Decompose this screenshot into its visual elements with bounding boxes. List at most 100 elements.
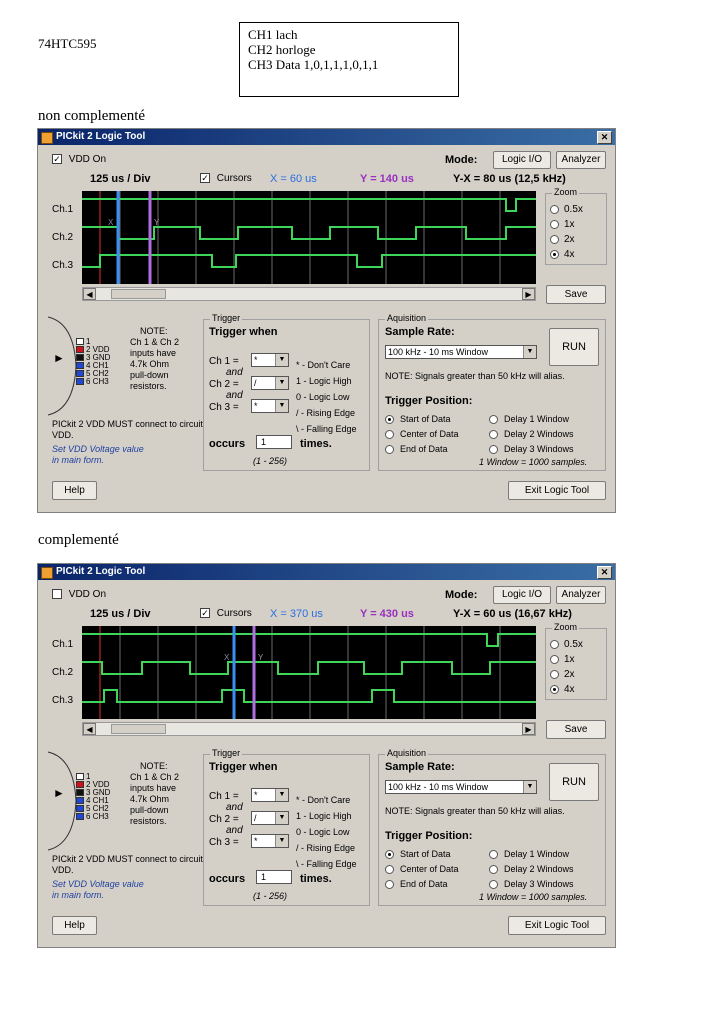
- radio-button[interactable]: [489, 415, 498, 425]
- radio-button[interactable]: [385, 865, 394, 875]
- vdd-on-checkbox[interactable]: VDD On: [52, 589, 106, 600]
- occurs-input[interactable]: 1: [256, 435, 292, 449]
- trigger-legend-item: / - Rising Edge: [296, 408, 356, 418]
- vdd-on-checkbox[interactable]: ✓ VDD On: [52, 154, 106, 165]
- radio-button[interactable]: [550, 654, 559, 664]
- analyzer-button[interactable]: Analyzer: [556, 586, 606, 604]
- zoom-option-0-5x[interactable]: 0.5x: [550, 637, 583, 652]
- ch2-trigger-select[interactable]: / ▼: [251, 376, 289, 390]
- pin-label: 6 CH3: [86, 377, 109, 386]
- radio-button[interactable]: [385, 415, 394, 425]
- ch3-trigger-select[interactable]: * ▼: [251, 834, 289, 848]
- radio-button[interactable]: [385, 850, 394, 860]
- trigger-position-option[interactable]: Delay 2 Windows: [489, 864, 574, 875]
- pin-note-line: resistors.: [130, 381, 167, 391]
- radio-button[interactable]: [550, 249, 559, 259]
- scroll-right-arrow[interactable]: ▶: [522, 723, 535, 735]
- trigger-legend-item: 1 - Logic High: [296, 376, 352, 386]
- channel-note-line: CH3 Data 1,0,1,1,1,0,1,1: [248, 57, 379, 72]
- trigger-position-option[interactable]: Delay 1 Window: [489, 414, 569, 425]
- radio-button[interactable]: [550, 639, 559, 649]
- trigger-position-option[interactable]: Start of Data: [385, 414, 451, 425]
- chevron-down-icon: ▼: [275, 400, 288, 412]
- logic-waveform-display[interactable]: XY: [82, 191, 536, 284]
- ch1-label: Ch 1 =: [209, 356, 239, 367]
- radio-button[interactable]: [385, 430, 394, 440]
- pin-color-swatch: [76, 370, 84, 377]
- zoom-option-2x[interactable]: 2x: [550, 667, 583, 682]
- logic-io-button[interactable]: Logic I/O: [493, 151, 551, 169]
- zoom-option-1x[interactable]: 1x: [550, 652, 583, 667]
- save-button[interactable]: Save: [546, 285, 606, 304]
- scroll-left-arrow[interactable]: ◀: [83, 723, 96, 735]
- zoom-option-label: 2x: [564, 669, 575, 680]
- run-button[interactable]: RUN: [549, 328, 599, 366]
- trigger-heading: Trigger when: [209, 326, 278, 338]
- radio-button[interactable]: [550, 684, 559, 694]
- trigger-position-option[interactable]: End of Data: [385, 879, 448, 890]
- radio-button[interactable]: [489, 445, 498, 455]
- scroll-right-arrow[interactable]: ▶: [522, 288, 535, 300]
- logic-io-button[interactable]: Logic I/O: [493, 586, 551, 604]
- radio-button[interactable]: [385, 880, 394, 890]
- zoom-option-4x[interactable]: 4x: [550, 682, 583, 697]
- sample-rate-select[interactable]: 100 kHz - 10 ms Window ▼: [385, 345, 537, 359]
- cursors-checkbox[interactable]: ✓ Cursors: [200, 608, 252, 619]
- exit-button[interactable]: Exit Logic Tool: [508, 916, 606, 935]
- cursors-check[interactable]: ✓: [200, 608, 210, 619]
- radio-button[interactable]: [489, 865, 498, 875]
- logic-waveform-display[interactable]: XY: [82, 626, 536, 719]
- trigger-legend-item: 0 - Logic Low: [296, 392, 350, 402]
- sample-rate-select[interactable]: 100 kHz - 10 ms Window ▼: [385, 780, 537, 794]
- title-bar[interactable]: PICkit 2 Logic Tool ✕: [38, 129, 615, 145]
- run-button[interactable]: RUN: [549, 763, 599, 801]
- ch1-trigger-select[interactable]: * ▼: [251, 788, 289, 802]
- help-button[interactable]: Help: [52, 916, 97, 935]
- ch3-trigger-select[interactable]: * ▼: [251, 399, 289, 413]
- trigger-position-label: Delay 1 Window: [504, 849, 570, 859]
- help-button[interactable]: Help: [52, 481, 97, 500]
- trigger-position-option[interactable]: Center of Data: [385, 429, 459, 440]
- close-button[interactable]: ✕: [597, 566, 612, 579]
- zoom-option-0-5x[interactable]: 0.5x: [550, 202, 583, 217]
- radio-button[interactable]: [489, 430, 498, 440]
- trigger-position-option[interactable]: End of Data: [385, 444, 448, 455]
- zoom-option-1x[interactable]: 1x: [550, 217, 583, 232]
- save-button[interactable]: Save: [546, 720, 606, 739]
- vdd-set-line: Set VDD Voltage value: [52, 879, 144, 889]
- trigger-position-option[interactable]: Start of Data: [385, 849, 451, 860]
- vdd-on-check[interactable]: ✓: [52, 154, 62, 165]
- radio-button[interactable]: [550, 204, 559, 214]
- scroll-thumb[interactable]: [111, 724, 166, 734]
- vdd-set-line: in main form.: [52, 455, 105, 465]
- trigger-position-option[interactable]: Delay 1 Window: [489, 849, 570, 860]
- cursors-checkbox[interactable]: ✓ Cursors: [200, 173, 252, 184]
- occurs-input[interactable]: 1: [256, 870, 292, 884]
- waveform-svg: XY: [82, 626, 536, 719]
- radio-button[interactable]: [385, 445, 394, 455]
- radio-button[interactable]: [489, 880, 498, 890]
- ch2-trigger-select[interactable]: / ▼: [251, 811, 289, 825]
- vdd-on-check[interactable]: [52, 589, 62, 600]
- radio-button[interactable]: [550, 669, 559, 679]
- radio-button[interactable]: [489, 850, 498, 860]
- scroll-thumb[interactable]: [111, 289, 166, 299]
- title-bar[interactable]: PICkit 2 Logic Tool ✕: [38, 564, 615, 580]
- trigger-position-option[interactable]: Center of Data: [385, 864, 459, 875]
- radio-button[interactable]: [550, 219, 559, 229]
- ch1-trigger-select[interactable]: * ▼: [251, 353, 289, 367]
- zoom-option-2x[interactable]: 2x: [550, 232, 583, 247]
- cursors-check[interactable]: ✓: [200, 173, 210, 184]
- trigger-position-option[interactable]: Delay 2 Windows: [489, 429, 574, 440]
- trigger-position-option[interactable]: Delay 3 Windows: [489, 879, 574, 890]
- waveform-scrollbar[interactable]: ◀ ▶: [82, 287, 536, 301]
- scroll-left-arrow[interactable]: ◀: [83, 288, 96, 300]
- analyzer-button[interactable]: Analyzer: [556, 151, 606, 169]
- exit-button[interactable]: Exit Logic Tool: [508, 481, 606, 500]
- cursor-y-readout: Y = 140 us: [360, 173, 414, 185]
- waveform-scrollbar[interactable]: ◀ ▶: [82, 722, 536, 736]
- radio-button[interactable]: [550, 234, 559, 244]
- zoom-option-4x[interactable]: 4x: [550, 247, 583, 262]
- trigger-position-option[interactable]: Delay 3 Windows: [489, 444, 574, 455]
- close-button[interactable]: ✕: [597, 131, 612, 144]
